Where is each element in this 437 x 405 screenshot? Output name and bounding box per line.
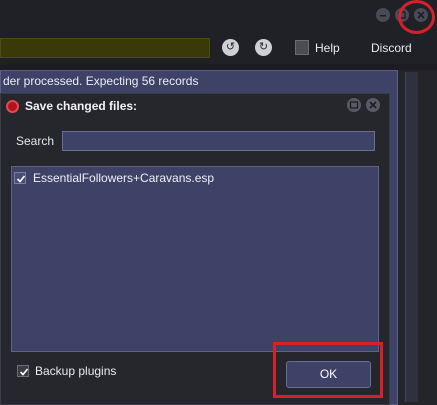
- command-field[interactable]: [0, 38, 210, 58]
- dialog-maximize-icon[interactable]: [347, 98, 361, 112]
- check-icon: [19, 368, 29, 376]
- backup-plugins-option[interactable]: Backup plugins: [17, 364, 116, 378]
- file-checkbox[interactable]: [14, 172, 26, 184]
- search-label: Search: [16, 134, 55, 148]
- list-item[interactable]: EssentialFollowers+Caravans.esp: [14, 170, 214, 186]
- file-list[interactable]: [11, 166, 379, 352]
- file-name: EssentialFollowers+Caravans.esp: [33, 171, 215, 185]
- help-icon[interactable]: [295, 40, 309, 55]
- dialog-close-icon[interactable]: [366, 98, 380, 112]
- search-input[interactable]: [62, 131, 375, 151]
- app-titlebar: [0, 0, 437, 34]
- close-highlight-marker: [398, 0, 435, 34]
- redo-icon[interactable]: ↻: [255, 39, 272, 56]
- log-scrollbar[interactable]: [405, 72, 418, 402]
- help-button[interactable]: Help: [315, 41, 340, 55]
- check-icon: [16, 175, 26, 183]
- discord-button[interactable]: Discord: [371, 41, 412, 55]
- dialog-title: Save changed files:: [25, 99, 138, 113]
- app-icon: [6, 100, 19, 113]
- backup-checkbox[interactable]: [17, 365, 29, 377]
- backup-label: Backup plugins: [35, 364, 117, 378]
- minimize-icon[interactable]: [376, 8, 390, 22]
- log-line: der processed. Expecting 56 records: [3, 74, 199, 88]
- ok-button[interactable]: OK: [286, 361, 371, 388]
- undo-icon[interactable]: ↺: [222, 39, 239, 56]
